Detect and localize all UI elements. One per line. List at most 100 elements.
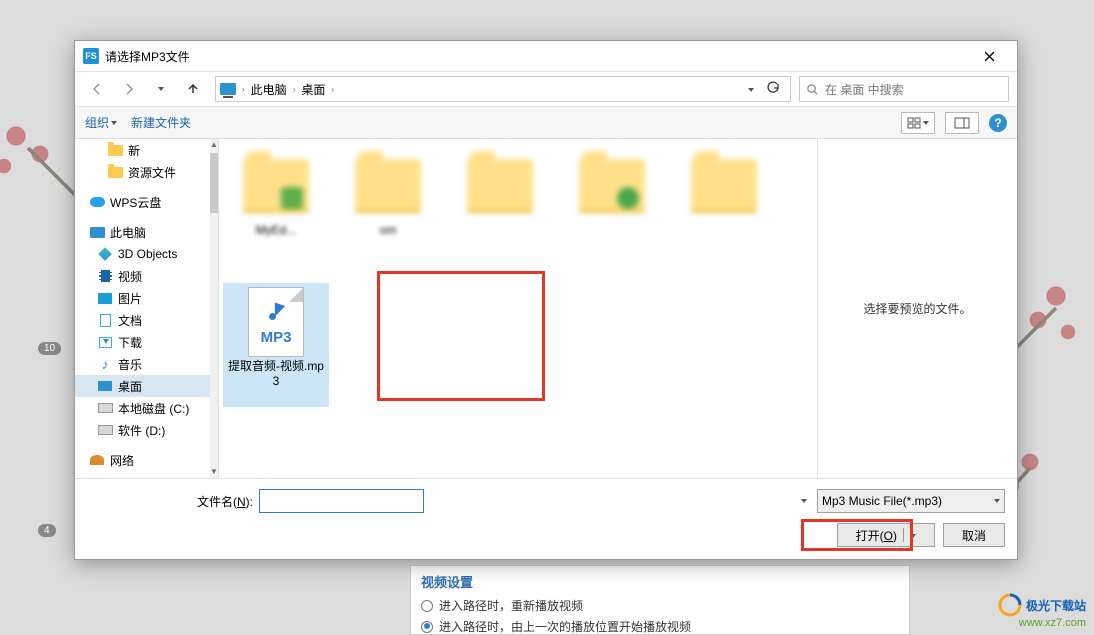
refresh-button[interactable] [760,81,786,98]
folder-item[interactable]: om [335,147,441,271]
dialog-footer: 文件名(N): Mp3 Music File(*.mp3) 打开(O) 取消 [75,478,1017,559]
net-icon [89,453,105,467]
toolbar: 组织 新建文件夹 ? [75,107,1017,139]
sidebar-item-11[interactable]: 本地磁盘 (C:) [75,397,210,419]
opt-restart-label: 进入路径时，重新播放视频 [439,597,583,614]
folder-item[interactable] [447,147,553,271]
radio-resume[interactable] [421,621,433,633]
folder-icon [579,159,645,213]
watermark: 极光下载站 www.xz7.com [998,593,1086,629]
sidebar-item-7[interactable]: 文档 [75,309,210,331]
recent-button[interactable] [147,75,175,103]
cancel-button[interactable]: 取消 [943,523,1005,547]
sidebar-item-label: 桌面 [118,378,142,395]
filename-label: 文件名(N): [197,493,253,510]
crumb-this-pc[interactable]: 此电脑 [251,81,287,98]
folder-item[interactable] [671,147,777,271]
cloud-b-icon [89,195,105,209]
forward-button[interactable] [115,75,143,103]
sidebar-scrollbar[interactable]: ▲ ▼ [210,139,218,478]
mp3-badge: MP3 [261,329,292,346]
doc-icon [97,313,113,327]
sidebar-item-12[interactable]: 软件 (D:) [75,419,210,441]
titlebar: FS 请选择MP3文件 [75,41,1017,71]
file-open-dialog: FS 请选择MP3文件 › 此电脑 › 桌面 › 在 桌面 中搜索 组织 新建文… [74,40,1018,560]
sidebar-item-5[interactable]: 视频 [75,265,210,287]
filename-dropdown-icon[interactable] [801,493,807,507]
open-button[interactable]: 打开(O) [837,523,935,547]
sidebar-item-4[interactable]: 3D Objects [75,243,210,265]
sidebar-item-label: 视频 [118,268,142,285]
navbar: › 此电脑 › 桌面 › 在 桌面 中搜索 [75,71,1017,107]
file-area[interactable]: MyEd... om [219,139,817,478]
folder-icon [467,159,533,213]
sidebar-item-label: 资源文件 [128,164,176,181]
view-mode-button[interactable] [901,112,935,134]
annotation-4: 4 [38,524,56,537]
sidebar-item-6[interactable]: 图片 [75,287,210,309]
search-box[interactable]: 在 桌面 中搜索 [799,76,1009,102]
app-icon: FS [83,48,99,64]
address-bar[interactable]: › 此电脑 › 桌面 › [215,76,791,102]
folder-icon [355,159,421,213]
back-button[interactable] [83,75,111,103]
up-button[interactable] [179,75,207,103]
sidebar-item-0[interactable]: 新 [75,139,210,161]
grid-icon [907,117,921,129]
music-note-icon [262,299,290,327]
search-icon [806,83,819,96]
desk-icon [97,379,113,393]
cube-t-icon [97,247,113,261]
sidebar: 新资源文件 WPS云盘此电脑 3D Objects 视频图片文档下载 ♪ 音乐桌面本地磁盘… [75,139,219,478]
folder-icon [243,159,309,213]
sidebar-item-label: 音乐 [118,356,142,373]
scroll-down-icon[interactable]: ▼ [210,466,218,478]
scroll-thumb[interactable] [210,153,218,213]
annotation-red-box-file [377,271,545,401]
sidebar-item-13[interactable]: 网络 [75,449,210,471]
dialog-title: 请选择MP3文件 [105,48,969,65]
scroll-up-icon[interactable]: ▲ [210,139,218,151]
sidebar-item-label: 此电脑 [110,224,146,241]
sidebar-item-9[interactable]: ♪ 音乐 [75,353,210,375]
chevron-right-icon: › [242,85,245,94]
radio-restart[interactable] [421,600,433,612]
sidebar-item-2[interactable]: WPS云盘 [75,191,210,213]
address-dropdown[interactable] [748,82,754,96]
new-folder-button[interactable]: 新建文件夹 [131,114,191,131]
sidebar-item-label: 网络 [110,452,134,469]
preview-pane-button[interactable] [945,112,979,134]
mp3-file-icon: MP3 [248,287,304,357]
sidebar-item-label: WPS云盘 [110,194,161,211]
filetype-filter[interactable]: Mp3 Music File(*.mp3) [817,489,1005,513]
filter-text: Mp3 Music File(*.mp3) [822,494,942,508]
video-settings-header: 视频设置 [421,572,899,591]
sidebar-item-3[interactable]: 此电脑 [75,221,210,243]
underlying-panel: 视频设置 进入路径时，重新播放视频 进入路径时，由上一次的播放位置开始播放视频 [410,565,910,635]
preview-pane: 选择要预览的文件。 [817,139,1017,478]
folder-item[interactable] [559,147,665,271]
sidebar-item-label: 文档 [118,312,142,329]
crumb-desktop[interactable]: 桌面 [301,81,325,98]
pc-b-icon [89,225,105,239]
sidebar-item-8[interactable]: 下载 [75,331,210,353]
open-split-icon[interactable] [910,534,916,538]
folder-icon [691,159,757,213]
sidebar-item-label: 软件 (D:) [118,422,165,439]
sidebar-item-label: 下载 [118,334,142,351]
search-placeholder: 在 桌面 中搜索 [825,81,904,98]
pc-icon [220,83,236,95]
pic-icon [97,291,113,305]
filename-input[interactable] [259,489,424,513]
note-icon: ♪ [97,357,113,371]
chevron-right-icon: › [331,85,334,94]
help-button[interactable]: ? [989,114,1007,132]
organize-menu[interactable]: 组织 [85,114,117,131]
folder-item[interactable]: MyEd... [223,147,329,271]
sidebar-item-label: 本地磁盘 (C:) [118,400,189,417]
sidebar-item-label: 3D Objects [118,247,177,261]
close-button[interactable] [969,42,1009,70]
sidebar-item-10[interactable]: 桌面 [75,375,210,397]
sidebar-item-1[interactable]: 资源文件 [75,161,210,183]
file-item-mp3[interactable]: MP3 提取音频-视频.mp3 [223,283,329,407]
